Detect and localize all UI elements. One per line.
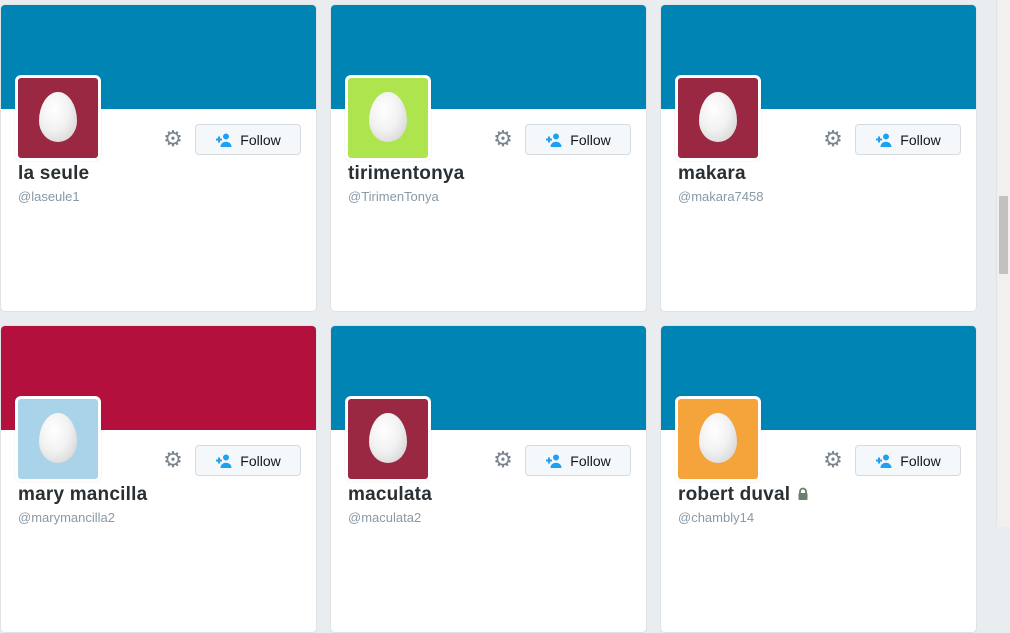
gear-icon[interactable]: ⚙ [822, 129, 844, 151]
user-card[interactable]: ⚙ Follow makara @makara7458 [660, 4, 977, 312]
add-user-icon [546, 133, 562, 147]
avatar[interactable] [675, 75, 761, 161]
gear-icon[interactable]: ⚙ [492, 129, 514, 151]
add-user-icon [876, 133, 892, 147]
vertical-scrollbar[interactable] [996, 0, 1010, 527]
gear-icon[interactable]: ⚙ [162, 129, 184, 151]
scrollbar-thumb[interactable] [999, 196, 1008, 274]
follow-button[interactable]: Follow [195, 445, 301, 476]
user-name[interactable]: robert duval [678, 484, 810, 506]
gear-icon[interactable]: ⚙ [822, 450, 844, 472]
follow-button[interactable]: Follow [855, 445, 961, 476]
default-egg-icon [369, 92, 407, 142]
add-user-icon [876, 454, 892, 468]
follow-button[interactable]: Follow [855, 124, 961, 155]
avatar[interactable] [15, 75, 101, 161]
avatar[interactable] [345, 396, 431, 482]
default-egg-icon [699, 413, 737, 463]
user-card[interactable]: ⚙ Follow tirimentonya @TirimenTonya [330, 4, 647, 312]
user-handle[interactable]: @TirimenTonya [348, 189, 439, 204]
user-handle[interactable]: @chambly14 [678, 510, 754, 525]
add-user-icon [546, 454, 562, 468]
follow-button[interactable]: Follow [525, 445, 631, 476]
default-egg-icon [39, 413, 77, 463]
follow-label: Follow [570, 452, 611, 469]
user-handle[interactable]: @marymancilla2 [18, 510, 115, 525]
user-name[interactable]: la seule [18, 163, 89, 185]
user-card-grid: ⚙ Follow la seule @laseule1 ⚙ Follow tir… [0, 0, 995, 633]
user-handle[interactable]: @maculata2 [348, 510, 421, 525]
follow-label: Follow [570, 131, 611, 148]
user-card[interactable]: ⚙ Follow robert duval @chambly14 [660, 325, 977, 633]
follow-button[interactable]: Follow [525, 124, 631, 155]
avatar[interactable] [675, 396, 761, 482]
follow-label: Follow [900, 131, 941, 148]
default-egg-icon [369, 413, 407, 463]
follow-label: Follow [900, 452, 941, 469]
default-egg-icon [39, 92, 77, 142]
user-handle[interactable]: @laseule1 [18, 189, 80, 204]
lock-icon [798, 487, 808, 500]
user-name[interactable]: makara [678, 163, 746, 185]
user-name[interactable]: mary mancilla [18, 484, 147, 506]
add-user-icon [216, 133, 232, 147]
follow-button[interactable]: Follow [195, 124, 301, 155]
user-card[interactable]: ⚙ Follow maculata @maculata2 [330, 325, 647, 633]
user-handle[interactable]: @makara7458 [678, 189, 763, 204]
follow-label: Follow [240, 131, 281, 148]
avatar[interactable] [345, 75, 431, 161]
follow-label: Follow [240, 452, 281, 469]
user-name[interactable]: tirimentonya [348, 163, 464, 185]
add-user-icon [216, 454, 232, 468]
gear-icon[interactable]: ⚙ [162, 450, 184, 472]
user-card[interactable]: ⚙ Follow la seule @laseule1 [0, 4, 317, 312]
avatar[interactable] [15, 396, 101, 482]
user-name[interactable]: maculata [348, 484, 432, 506]
user-card[interactable]: ⚙ Follow mary mancilla @marymancilla2 [0, 325, 317, 633]
gear-icon[interactable]: ⚙ [492, 450, 514, 472]
default-egg-icon [699, 92, 737, 142]
